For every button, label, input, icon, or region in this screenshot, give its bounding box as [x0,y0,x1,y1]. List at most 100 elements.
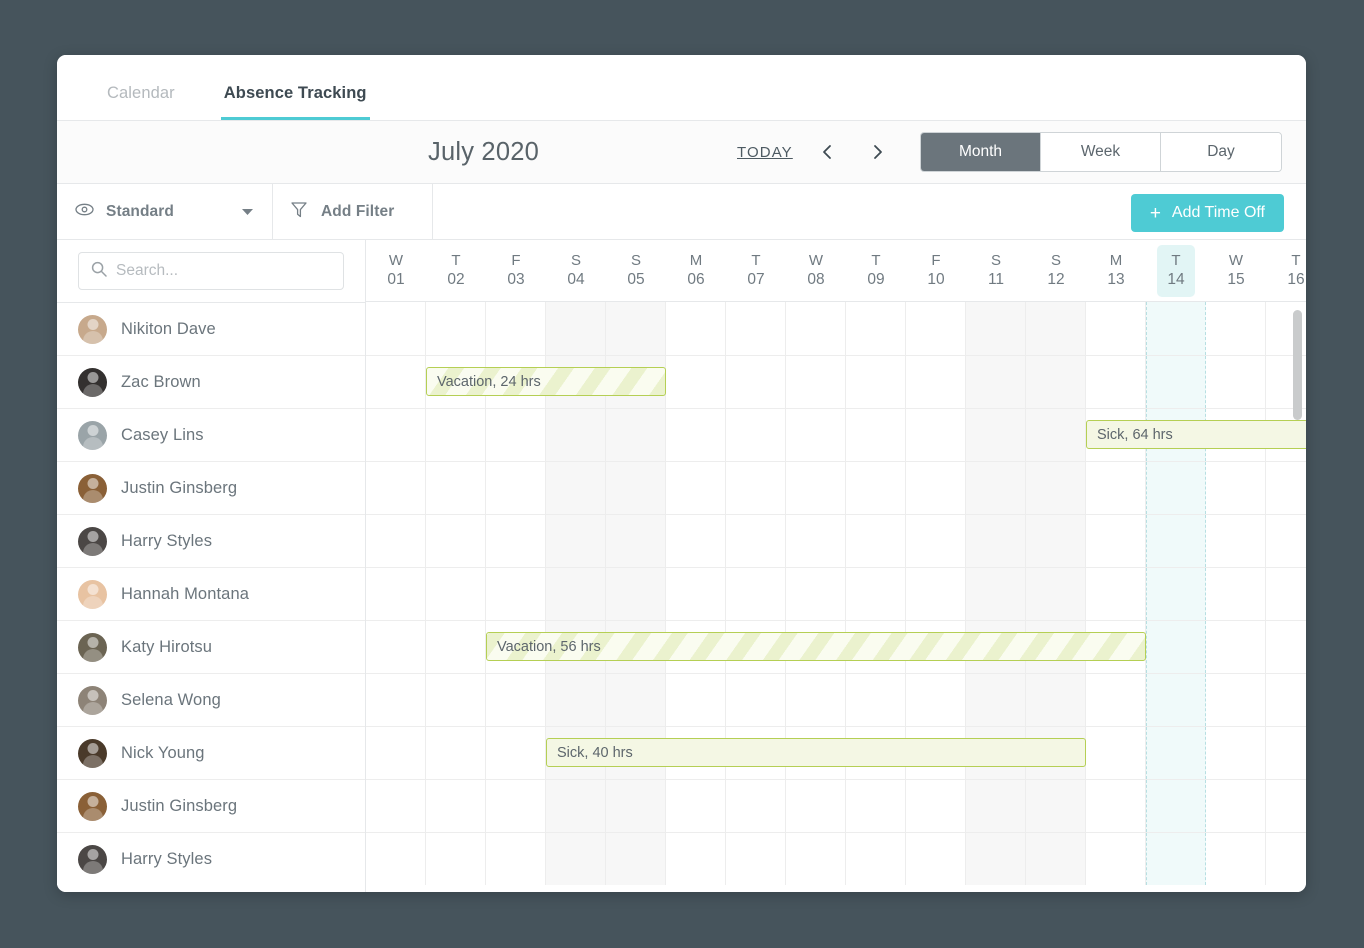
timeline-cell[interactable] [1086,674,1146,726]
timeline-cell[interactable] [1146,302,1206,355]
absence-bar[interactable]: Vacation, 24 hrs [426,367,666,396]
timeline-cell[interactable] [846,568,906,620]
timeline-cell[interactable] [666,356,726,408]
timeline-cell[interactable] [366,727,426,779]
timeline-cell[interactable] [906,833,966,885]
timeline-cell[interactable] [966,780,1026,832]
timeline-cell[interactable] [1206,727,1266,779]
timeline-cell[interactable] [726,780,786,832]
timeline-cell[interactable] [1026,515,1086,567]
day-header-cell[interactable]: M 06 [666,240,726,301]
timeline-cell[interactable] [1026,568,1086,620]
view-week-button[interactable]: Week [1041,133,1161,171]
timeline-cell[interactable] [1086,780,1146,832]
chevron-right-icon[interactable] [863,137,893,167]
timeline-cell[interactable] [666,462,726,514]
timeline-cell[interactable] [486,515,546,567]
timeline-cell[interactable] [366,356,426,408]
timeline-cell[interactable] [726,462,786,514]
employee-row[interactable]: Justin Ginsberg [57,461,365,514]
timeline-cell[interactable] [1266,515,1306,567]
timeline-cell[interactable] [906,302,966,355]
timeline-cell[interactable] [786,780,846,832]
day-header-cell[interactable]: W 08 [786,240,846,301]
timeline-cell[interactable] [1266,674,1306,726]
timeline-cell[interactable] [486,727,546,779]
timeline-cell[interactable] [666,674,726,726]
timeline-cell[interactable] [426,833,486,885]
day-header-cell[interactable]: F 03 [486,240,546,301]
timeline-cell[interactable] [726,515,786,567]
timeline-cell[interactable] [846,462,906,514]
timeline-cell[interactable] [846,356,906,408]
timeline-cell[interactable] [606,409,666,461]
timeline-cell[interactable] [846,674,906,726]
timeline-cell[interactable] [726,356,786,408]
timeline-cell[interactable] [1086,356,1146,408]
day-header-cell[interactable]: T 02 [426,240,486,301]
timeline-cell[interactable] [366,515,426,567]
timeline-cell[interactable] [546,302,606,355]
employee-row[interactable]: Katy Hirotsu [57,620,365,673]
timeline-cell[interactable] [1026,409,1086,461]
day-header-cell[interactable]: M 13 [1086,240,1146,301]
day-header-cell[interactable]: S 04 [546,240,606,301]
timeline-cell[interactable] [486,462,546,514]
timeline-cell[interactable] [546,409,606,461]
timeline-cell[interactable] [726,833,786,885]
timeline-cell[interactable] [666,568,726,620]
day-header-cell[interactable]: T 09 [846,240,906,301]
employee-row[interactable]: Justin Ginsberg [57,779,365,832]
timeline-cell[interactable] [726,674,786,726]
timeline-cell[interactable] [1146,780,1206,832]
day-header-cell[interactable]: S 05 [606,240,666,301]
employee-row[interactable]: Harry Styles [57,514,365,567]
timeline-cell[interactable] [666,515,726,567]
timeline-cell[interactable] [1206,462,1266,514]
timeline-cell[interactable] [1146,727,1206,779]
timeline-cell[interactable] [1086,833,1146,885]
timeline-cell[interactable] [1026,462,1086,514]
timeline-cell[interactable] [666,833,726,885]
timeline-cell[interactable] [426,302,486,355]
employee-row[interactable]: Nikiton Dave [57,302,365,355]
timeline-cell[interactable] [966,356,1026,408]
timeline-cell[interactable] [546,780,606,832]
timeline-cell[interactable] [546,515,606,567]
timeline-cell[interactable] [1086,462,1146,514]
tab-calendar[interactable]: Calendar [104,84,178,120]
timeline-cell[interactable] [906,356,966,408]
timeline-cell[interactable] [1266,621,1306,673]
timeline-cell[interactable] [726,568,786,620]
timeline-cell[interactable] [1026,674,1086,726]
day-header-cell[interactable]: F 10 [906,240,966,301]
today-button[interactable]: TODAY [737,144,793,161]
timeline-cell[interactable] [366,780,426,832]
timeline-cell[interactable] [426,515,486,567]
timeline-cell[interactable] [846,833,906,885]
timeline-cell[interactable] [546,462,606,514]
timeline-cell[interactable] [726,409,786,461]
timeline-cell[interactable] [546,833,606,885]
timeline-cell[interactable] [1086,515,1146,567]
timeline-cell[interactable] [486,674,546,726]
timeline-cell[interactable] [1026,833,1086,885]
timeline-cell[interactable] [606,515,666,567]
timeline-cell[interactable] [486,780,546,832]
timeline-cell[interactable] [966,462,1026,514]
view-day-button[interactable]: Day [1161,133,1281,171]
timeline-cell[interactable] [666,780,726,832]
day-header-cell[interactable]: T 16 [1266,240,1306,301]
timeline-cell[interactable] [1086,568,1146,620]
timeline-cell[interactable] [906,674,966,726]
timeline-cell[interactable] [786,515,846,567]
timeline-cell[interactable] [486,409,546,461]
timeline-cell[interactable] [906,409,966,461]
timeline-cell[interactable] [426,409,486,461]
timeline-cell[interactable] [846,780,906,832]
timeline-cell[interactable] [846,409,906,461]
timeline-cell[interactable] [1206,780,1266,832]
timeline-cell[interactable] [606,302,666,355]
day-header-cell[interactable]: S 12 [1026,240,1086,301]
timeline-cell[interactable] [786,462,846,514]
